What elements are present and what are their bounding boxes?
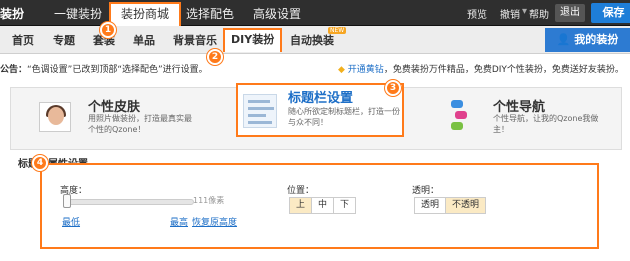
- my-skin-label: 我的装扮: [574, 33, 619, 46]
- diamond-icon: ◆: [338, 65, 345, 75]
- brand-title: 装扮: [0, 7, 25, 21]
- subtab-topics[interactable]: 专题: [53, 32, 75, 48]
- restore-height-link[interactable]: 恢复原高度: [192, 215, 237, 228]
- promo-desc: ，免费装扮万件精品，免费DIY个性装扮，免费送好友装扮。: [383, 65, 624, 75]
- new-badge: NEW: [328, 27, 347, 34]
- help-link[interactable]: 帮助: [529, 6, 549, 21]
- subtab-bg-music[interactable]: 背景音乐: [173, 32, 217, 48]
- subtab-auto-change[interactable]: 自动换装: [290, 32, 334, 48]
- card-desc-photo-skin: 用照片做装扮，打造最真实最个性的Qzone！: [88, 114, 192, 134]
- height-value: 111像素: [193, 196, 225, 205]
- card-title-bar-settings[interactable]: 标题栏设置 随心所欲定制标题栏，打造一份与众不同！: [236, 83, 404, 137]
- title-bar-icon: [243, 94, 277, 128]
- subtab-diy[interactable]: DIY装扮: [223, 28, 283, 52]
- vip-link[interactable]: 开通黄钻: [348, 65, 384, 75]
- diy-categories: 个性皮肤 用照片做装扮，打造最真实最个性的Qzone！ 标题栏设置 随心所欲定制…: [10, 83, 622, 150]
- transparency-label: 透明：: [412, 186, 440, 196]
- card-title-title-bar: 标题栏设置: [288, 91, 354, 106]
- tab-one-click[interactable]: 一键装扮: [44, 3, 112, 25]
- undo-dropdown-icon[interactable]: ▾: [522, 6, 527, 17]
- position-middle-option[interactable]: 中: [312, 198, 335, 213]
- marker-3: 3: [385, 80, 401, 96]
- undo-link[interactable]: 撤销: [500, 6, 520, 21]
- tab-color-scheme[interactable]: 选择配色: [176, 3, 244, 25]
- sub-nav: 首页 专题 套装 单品 背景音乐 DIY装扮 自动换装 NEW: [0, 26, 630, 54]
- tab-advanced-settings[interactable]: 高级设置: [243, 3, 311, 25]
- marker-2: 2: [207, 49, 223, 65]
- skin-editor: 装扮 一键装扮 装扮商城 选择配色 高级设置 预览 撤销 ▾ 帮助 退出 保存 …: [0, 0, 630, 261]
- min-height-link[interactable]: 最低: [62, 215, 80, 228]
- height-slider-track[interactable]: [64, 199, 194, 205]
- marker-1: 1: [100, 22, 116, 38]
- preview-link[interactable]: 预览: [467, 6, 487, 21]
- photo-skin-icon: [39, 102, 71, 132]
- height-slider-handle[interactable]: [63, 194, 71, 208]
- transparent-option[interactable]: 透明: [415, 198, 447, 213]
- transparency-selector: 透明 不透明: [414, 197, 487, 214]
- nav-icon: [451, 98, 473, 138]
- card-desc-title-bar: 随心所欲定制标题栏，打造一份与众不同！: [288, 107, 400, 127]
- position-bottom-option[interactable]: 下: [334, 198, 356, 213]
- subtab-items[interactable]: 单品: [133, 32, 155, 48]
- card-desc-nav: 个性导航，让我的Qzone我做主！: [493, 114, 599, 134]
- tab-skin-mall[interactable]: 装扮商城: [109, 2, 182, 26]
- announcement: 公告：“色调设置”已改到顶部“选择配色”进行设置。: [0, 62, 208, 75]
- promo-text: ◆ 开通黄钻，免费装扮万件精品，免费DIY个性装扮，免费送好友装扮。: [338, 62, 624, 75]
- title-bar-settings-panel: 高度： 111像素 最低 最高 恢复原高度 位置： 上 中 下 透明： 透明 不…: [40, 163, 599, 249]
- save-button[interactable]: 保存: [591, 3, 630, 23]
- position-label: 位置：: [287, 186, 315, 196]
- subtab-home[interactable]: 首页: [12, 32, 34, 48]
- opaque-option[interactable]: 不透明: [446, 198, 486, 213]
- top-bar: 装扮 一键装扮 装扮商城 选择配色 高级设置 预览 撤销 ▾ 帮助 退出 保存: [0, 0, 630, 26]
- my-skin-button[interactable]: 👤 我的装扮: [545, 28, 630, 52]
- announcement-text: “色调设置”已改到顶部“选择配色”进行设置。: [27, 65, 208, 75]
- user-icon: 👤: [556, 33, 571, 46]
- marker-4: 4: [32, 155, 48, 171]
- max-height-link[interactable]: 最高: [170, 215, 188, 228]
- announcement-label: 公告：: [0, 65, 28, 75]
- position-top-option[interactable]: 上: [290, 198, 313, 213]
- exit-button[interactable]: 退出: [555, 4, 585, 22]
- position-selector: 上 中 下: [289, 197, 357, 214]
